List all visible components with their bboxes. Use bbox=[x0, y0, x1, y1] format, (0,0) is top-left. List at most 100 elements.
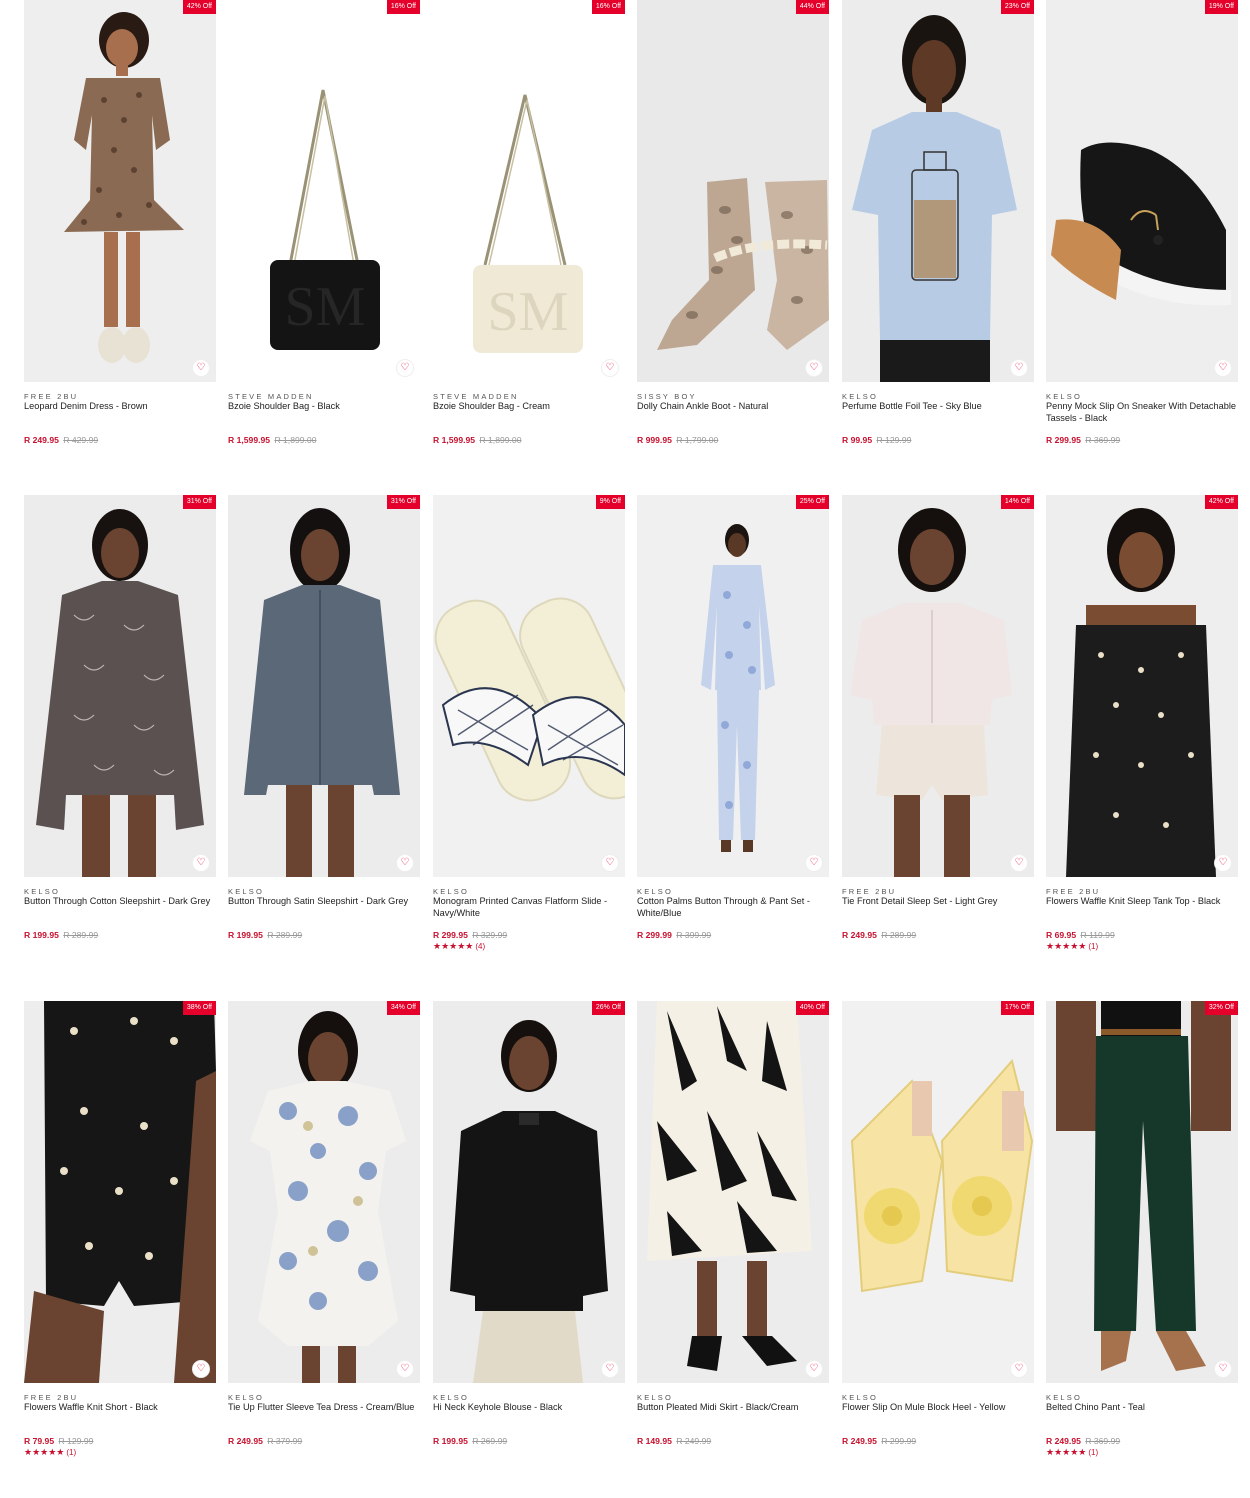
product-image[interactable]: 14% Off ♡ bbox=[842, 495, 1034, 877]
product-card[interactable]: 9% Off ♡ KELSO Monogram Printed Canvas F… bbox=[433, 495, 625, 975]
heart-outline-icon[interactable]: ♡ bbox=[1010, 854, 1028, 872]
heart-outline-icon[interactable]: ♡ bbox=[396, 1360, 414, 1378]
product-image[interactable]: 25% Off ♡ bbox=[637, 495, 829, 877]
original-price: R 269.99 bbox=[472, 1436, 508, 1446]
product-image[interactable]: 32% Off ♡ bbox=[1046, 1001, 1238, 1383]
product-card[interactable]: 38% Off ♡ FREE 2BU Flowers Waffle Knit S… bbox=[24, 1001, 216, 1481]
original-price: R 369.99 bbox=[1085, 1436, 1121, 1446]
product-card[interactable]: 44% Off ♡ SISSY BOY Dolly Chain Ankle Bo… bbox=[637, 0, 829, 480]
heart-outline-icon[interactable]: ♡ bbox=[192, 1360, 210, 1378]
original-price: R 429.99 bbox=[63, 435, 99, 445]
heart-outline-icon[interactable]: ♡ bbox=[805, 854, 823, 872]
product-name[interactable]: Belted Chino Pant - Teal bbox=[1046, 1402, 1236, 1414]
product-card[interactable]: 17% Off ♡ KELSO Flower Slip On Mule Bloc… bbox=[842, 1001, 1034, 1481]
product-card[interactable]: 26% Off ♡ KELSO Hi Neck Keyhole Blouse -… bbox=[433, 1001, 625, 1481]
product-card[interactable]: 32% Off ♡ KELSO Belted Chino Pant - Teal… bbox=[1046, 1001, 1238, 1481]
heart-outline-icon[interactable]: ♡ bbox=[601, 359, 619, 377]
product-image[interactable]: 38% Off ♡ bbox=[24, 1001, 216, 1383]
review-count[interactable]: (1) bbox=[1088, 1448, 1098, 1457]
product-image[interactable]: 9% Off ♡ bbox=[433, 495, 625, 877]
product-name[interactable]: Bzoie Shoulder Bag - Black bbox=[228, 401, 418, 413]
product-card[interactable]: 40% Off ♡ KELSO Button Pleated Midi Skir… bbox=[637, 1001, 829, 1481]
product-name[interactable]: Penny Mock Slip On Sneaker With Detachab… bbox=[1046, 401, 1236, 424]
heart-outline-icon[interactable]: ♡ bbox=[805, 1360, 823, 1378]
product-card[interactable]: SM 16% Off ♡ STEVE MADDEN Bzoie Shoulder… bbox=[433, 0, 625, 480]
product-card[interactable]: 25% Off ♡ KELSO Cotton Palms Button Thro… bbox=[637, 495, 829, 975]
product-name[interactable]: Cotton Palms Button Through & Pant Set -… bbox=[637, 896, 827, 919]
product-brand: STEVE MADDEN bbox=[433, 392, 519, 401]
product-image[interactable]: 26% Off ♡ bbox=[433, 1001, 625, 1383]
product-name[interactable]: Flower Slip On Mule Block Heel - Yellow bbox=[842, 1402, 1032, 1414]
product-card[interactable]: 31% Off ♡ KELSO Button Through Cotton Sl… bbox=[24, 495, 216, 975]
product-name[interactable]: Hi Neck Keyhole Blouse - Black bbox=[433, 1402, 623, 1414]
heart-outline-icon[interactable]: ♡ bbox=[396, 854, 414, 872]
discount-badge: 31% Off bbox=[182, 495, 216, 509]
original-price: R 129.99 bbox=[58, 1436, 94, 1446]
product-card[interactable]: 14% Off ♡ FREE 2BU Tie Front Detail Slee… bbox=[842, 495, 1034, 975]
product-card[interactable]: 19% Off ♡ KELSO Penny Mock Slip On Sneak… bbox=[1046, 0, 1238, 480]
discount-badge: 17% Off bbox=[1000, 1001, 1034, 1015]
product-image[interactable]: 19% Off ♡ bbox=[1046, 0, 1238, 382]
product-image[interactable]: 31% Off ♡ bbox=[228, 495, 420, 877]
product-name[interactable]: Tie Up Flutter Sleeve Tea Dress - Cream/… bbox=[228, 1402, 418, 1414]
discount-badge: 23% Off bbox=[1000, 0, 1034, 14]
discount-badge: 34% Off bbox=[386, 1001, 420, 1015]
product-image[interactable]: 31% Off ♡ bbox=[24, 495, 216, 877]
heart-outline-icon[interactable]: ♡ bbox=[192, 359, 210, 377]
sale-price: R 149.95 bbox=[637, 1436, 672, 1446]
product-name[interactable]: Flowers Waffle Knit Sleep Tank Top - Bla… bbox=[1046, 896, 1236, 908]
original-price: R 399.99 bbox=[676, 930, 712, 940]
sale-price: R 69.95 bbox=[1046, 930, 1077, 940]
product-image[interactable]: 34% Off ♡ bbox=[228, 1001, 420, 1383]
product-image[interactable]: 40% Off ♡ bbox=[637, 1001, 829, 1383]
product-name[interactable]: Tie Front Detail Sleep Set - Light Grey bbox=[842, 896, 1032, 908]
heart-outline-icon[interactable]: ♡ bbox=[601, 854, 619, 872]
product-name[interactable]: Monogram Printed Canvas Flatform Slide -… bbox=[433, 896, 623, 919]
original-price: R 1,899.00 bbox=[274, 435, 317, 445]
product-image[interactable]: 44% Off ♡ bbox=[637, 0, 829, 382]
product-image[interactable]: SM 16% Off ♡ bbox=[433, 0, 625, 382]
product-name[interactable]: Button Pleated Midi Skirt - Black/Cream bbox=[637, 1402, 827, 1414]
heart-outline-icon[interactable]: ♡ bbox=[1214, 854, 1232, 872]
product-image[interactable]: SM 16% Off ♡ bbox=[228, 0, 420, 382]
product-brand: FREE 2BU bbox=[842, 887, 897, 896]
heart-outline-icon[interactable]: ♡ bbox=[601, 1360, 619, 1378]
product-name[interactable]: Leopard Denim Dress - Brown bbox=[24, 401, 214, 413]
heart-outline-icon[interactable]: ♡ bbox=[1010, 359, 1028, 377]
product-name[interactable]: Button Through Satin Sleepshirt - Dark G… bbox=[228, 896, 418, 908]
heart-outline-icon[interactable]: ♡ bbox=[192, 854, 210, 872]
discount-badge: 14% Off bbox=[1000, 495, 1034, 509]
product-card[interactable]: 31% Off ♡ KELSO Button Through Satin Sle… bbox=[228, 495, 420, 975]
discount-badge: 25% Off bbox=[795, 495, 829, 509]
product-image[interactable]: 17% Off ♡ bbox=[842, 1001, 1034, 1383]
product-price: R 1,599.95 R 1,899.00 bbox=[433, 435, 521, 445]
product-card[interactable]: SM 16% Off ♡ STEVE MADDEN Bzoie Shoulder… bbox=[228, 0, 420, 480]
product-card[interactable]: 42% Off ♡ FREE 2BU Flowers Waffle Knit S… bbox=[1046, 495, 1238, 975]
heart-outline-icon[interactable]: ♡ bbox=[1214, 359, 1232, 377]
product-card[interactable]: 23% Off ♡ KELSO Perfume Bottle Foil Tee … bbox=[842, 0, 1034, 480]
heart-outline-icon[interactable]: ♡ bbox=[1214, 1360, 1232, 1378]
product-name[interactable]: Perfume Bottle Foil Tee - Sky Blue bbox=[842, 401, 1032, 413]
heart-outline-icon[interactable]: ♡ bbox=[396, 359, 414, 377]
product-image[interactable]: 42% Off ♡ bbox=[24, 0, 216, 382]
product-image[interactable]: 42% Off ♡ bbox=[1046, 495, 1238, 877]
product-name[interactable]: Bzoie Shoulder Bag - Cream bbox=[433, 401, 623, 413]
review-count[interactable]: (1) bbox=[1088, 942, 1098, 951]
discount-badge: 31% Off bbox=[386, 495, 420, 509]
heart-outline-icon[interactable]: ♡ bbox=[1010, 1360, 1028, 1378]
product-price: R 249.95 R 299.99 bbox=[842, 1436, 916, 1446]
sale-price: R 249.95 bbox=[228, 1436, 263, 1446]
product-name[interactable]: Flowers Waffle Knit Short - Black bbox=[24, 1402, 214, 1414]
heart-outline-icon[interactable]: ♡ bbox=[805, 359, 823, 377]
original-price: R 289.99 bbox=[267, 930, 303, 940]
product-price: R 999.95 R 1,799.00 bbox=[637, 435, 718, 445]
product-card[interactable]: 34% Off ♡ KELSO Tie Up Flutter Sleeve Te… bbox=[228, 1001, 420, 1481]
review-count[interactable]: (1) bbox=[66, 1448, 76, 1457]
product-name[interactable]: Dolly Chain Ankle Boot - Natural bbox=[637, 401, 827, 413]
product-image[interactable]: 23% Off ♡ bbox=[842, 0, 1034, 382]
product-name[interactable]: Button Through Cotton Sleepshirt - Dark … bbox=[24, 896, 214, 908]
product-price: R 249.95 R 289.99 bbox=[842, 930, 916, 940]
sale-price: R 249.95 bbox=[24, 435, 59, 445]
review-count[interactable]: (4) bbox=[475, 942, 485, 951]
product-card[interactable]: 42% Off ♡ FREE 2BU Leopard Denim Dress -… bbox=[24, 0, 216, 480]
